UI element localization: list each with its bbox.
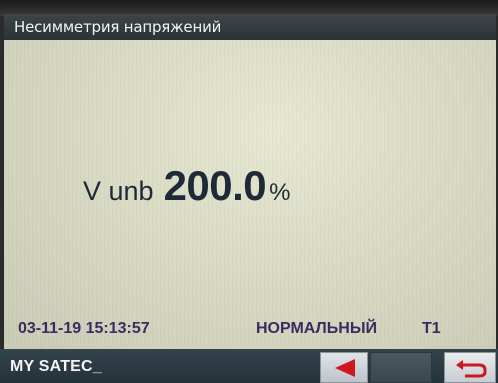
- measurement-value: 200.0: [163, 162, 267, 209]
- measurement-label: V unb: [83, 176, 154, 206]
- device-name: MY SATEC_: [10, 358, 102, 375]
- return-arrow-icon: [456, 360, 487, 378]
- measurement-unit: %: [269, 179, 291, 206]
- return-button[interactable]: [444, 352, 496, 383]
- title-bar: Несимметрия напряжений: [4, 14, 496, 40]
- left-arrow-icon: [335, 359, 355, 377]
- status-row: 03-11-19 15:13:57 НОРМАЛЬНЫЙ T1: [18, 317, 488, 341]
- tariff-indicator: T1: [422, 320, 441, 337]
- mode-status: НОРМАЛЬНЫЙ: [256, 320, 377, 337]
- measurement-reading: V unb 200.0%: [83, 162, 291, 210]
- page-title: Несимметрия напряжений: [14, 18, 222, 36]
- datetime-text: 03-11-19 15:13:57: [18, 320, 150, 337]
- back-button[interactable]: [320, 352, 368, 383]
- blank-softkey[interactable]: [370, 352, 432, 383]
